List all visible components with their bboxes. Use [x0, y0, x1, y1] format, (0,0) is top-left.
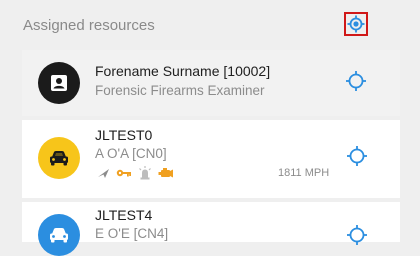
resource-subtitle: A O'A [CN0]: [95, 146, 167, 161]
crosshair-icon: [347, 146, 367, 166]
resource-name: JLTEST4: [95, 207, 153, 223]
vehicle-avatar: [38, 214, 80, 256]
person-icon: [51, 75, 67, 91]
engine-icon: [158, 168, 173, 178]
header-title: Assigned resources: [23, 17, 155, 34]
car-icon: [50, 151, 68, 166]
locate-resource-button[interactable]: [346, 224, 368, 246]
resource-item-vehicle[interactable]: JLTEST0 A O'A [CN0] 1811 MPH: [22, 120, 400, 198]
assigned-resources-header: Assigned resources: [0, 0, 400, 50]
status-icons: [97, 166, 174, 180]
locate-all-button[interactable]: [344, 12, 368, 36]
resource-subtitle: Forensic Firearms Examiner: [95, 83, 265, 98]
heading-arrow-icon: [98, 169, 109, 178]
resource-subtitle: E O'E [CN4]: [95, 226, 169, 241]
speed-readout: 1811 MPH: [278, 167, 330, 179]
siren-icon: [139, 166, 151, 180]
resource-item-vehicle[interactable]: JLTEST4 E O'E [CN4]: [22, 202, 400, 256]
crosshair-icon: [347, 225, 367, 245]
person-avatar: [38, 62, 80, 104]
resource-item-person[interactable]: Forename Surname [10002] Forensic Firear…: [22, 50, 400, 116]
crosshair-target-icon: [347, 15, 365, 33]
car-icon: [50, 228, 68, 243]
vehicle-avatar: [38, 137, 80, 179]
locate-resource-button[interactable]: [345, 70, 367, 92]
crosshair-icon: [346, 71, 366, 91]
key-icon: [116, 169, 131, 177]
resource-name: JLTEST0: [95, 127, 153, 143]
resource-name: Forename Surname [10002]: [95, 63, 271, 79]
locate-resource-button[interactable]: [346, 145, 368, 167]
